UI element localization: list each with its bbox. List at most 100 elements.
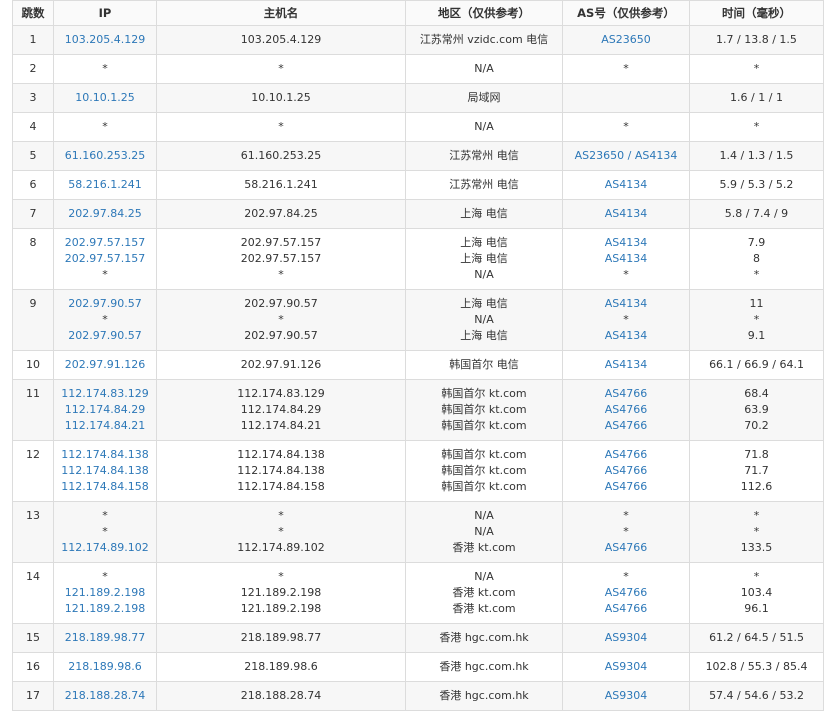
ip-link[interactable]: 202.97.84.25 (68, 207, 141, 220)
hop-number: 2 (29, 62, 37, 75)
hop-number-cell: 9 (12, 289, 54, 351)
hop-number-cell: 7 (12, 199, 54, 229)
ip-text: * (102, 525, 108, 538)
ip-link[interactable]: 112.174.84.138 (61, 448, 148, 461)
latency-text: 63.9 (744, 403, 769, 416)
hostname-text: 112.174.84.138 (237, 464, 325, 477)
region-cell: 韩国首尔 电信 (405, 350, 563, 380)
as-number-link[interactable]: AS4766 (605, 387, 648, 400)
table-row: 5 61.160.253.25 61.160.253.25 江苏常州 电信 AS2365… (12, 141, 824, 171)
latency-text: * (753, 62, 760, 75)
region-cell: 上海 电信 N/A 上海 电信 (405, 289, 563, 351)
hostname-text: * (278, 268, 284, 281)
ip-link[interactable]: 218.189.98.6 (68, 660, 141, 673)
as-number-link[interactable]: AS4766 (605, 419, 648, 432)
hop-number-cell: 3 (12, 83, 54, 113)
as-number-cell: * (562, 54, 690, 84)
as-number-text: * (623, 313, 629, 326)
hostname-cell: 218.188.28.74 (156, 681, 406, 711)
hostname-text: * (278, 120, 284, 133)
table-row: 16 218.189.98.6 218.189.98.6 香港 hgc.com.hk A… (12, 652, 824, 682)
hostname-text: 58.216.1.241 (244, 178, 318, 191)
ip-link[interactable]: 10.10.1.25 (75, 91, 134, 104)
as-number-text: * (623, 525, 629, 538)
ip-link[interactable]: 202.97.57.157 (65, 252, 145, 265)
hostname-text: 112.174.84.138 (237, 448, 325, 461)
latency-cell: 68.4 63.9 70.2 (689, 379, 824, 441)
ip-link[interactable]: 202.97.90.57 (68, 329, 141, 342)
ip-link[interactable]: 112.174.83.129 (61, 387, 148, 400)
region-text: 江苏常州 电信 (449, 149, 519, 162)
as-number-link[interactable]: AS23650 (601, 33, 651, 46)
latency-text: * (753, 570, 760, 583)
as-number-cell: AS4134 (562, 350, 690, 380)
hostname-cell: 112.174.84.138 112.174.84.138 112.174.84.1… (156, 440, 406, 502)
ip-link[interactable]: 202.97.57.157 (65, 236, 145, 249)
region-text: N/A (474, 570, 494, 583)
hop-number: 9 (29, 297, 37, 310)
as-number-link[interactable]: AS4134 (605, 358, 648, 371)
table-row: 14 * 121.189.2.198 121.189.2.198 * 121.189.2.… (12, 562, 824, 624)
as-number-text: * (623, 509, 629, 522)
region-text: 江苏常州 vzidc.com 电信 (419, 33, 549, 46)
as-number-link[interactable]: AS4766 (605, 448, 648, 461)
latency-text: 66.1 / 66.9 / 64.1 (709, 358, 804, 371)
ip-link[interactable]: 218.189.98.77 (65, 631, 145, 644)
as-number-cell: AS9304 (562, 623, 690, 653)
region-cell: 韩国首尔 kt.com 韩国首尔 kt.com 韩国首尔 kt.com (405, 440, 563, 502)
as-number-link[interactable]: AS4134 (605, 252, 648, 265)
as-number-link[interactable]: AS4766 (605, 541, 648, 554)
ip-link[interactable]: 103.205.4.129 (65, 33, 145, 46)
ip-cell: * (53, 54, 157, 84)
latency-text: 61.2 / 64.5 / 51.5 (709, 631, 804, 644)
ip-link[interactable]: 112.174.84.158 (61, 480, 148, 493)
hop-number-cell: 11 (12, 379, 54, 441)
as-number-link[interactable]: AS4766 (605, 586, 648, 599)
as-number-link[interactable]: AS9304 (605, 689, 648, 702)
as-number-link[interactable]: AS4134 (605, 329, 648, 342)
region-text: N/A (474, 120, 494, 133)
as-number-cell: AS4766 AS4766 AS4766 (562, 440, 690, 502)
table-row: 8 202.97.57.157 202.97.57.157 * 202.97.57.15… (12, 228, 824, 290)
hostname-text: 218.189.98.6 (244, 660, 318, 673)
col-header-hostname: 主机名 (156, 0, 406, 26)
as-number-link[interactable]: AS9304 (605, 631, 648, 644)
hop-number-cell: 6 (12, 170, 54, 200)
hostname-text: 112.174.84.21 (240, 419, 322, 432)
ip-link[interactable]: 61.160.253.25 (65, 149, 145, 162)
ip-cell: 202.97.90.57 * 202.97.90.57 (53, 289, 157, 351)
latency-cell: * * 133.5 (689, 501, 824, 563)
hop-number: 4 (29, 120, 37, 133)
table-row: 13 * * 112.174.89.102 * * 112.174.89.102 N/A N/A… (12, 501, 824, 563)
ip-link[interactable]: 218.188.28.74 (65, 689, 145, 702)
ip-link[interactable]: 112.174.89.102 (61, 541, 148, 554)
hostname-text: * (278, 62, 284, 75)
as-number-link[interactable]: AS4134 (605, 178, 648, 191)
ip-link[interactable]: 112.174.84.29 (65, 403, 145, 416)
ip-link[interactable]: 112.174.84.21 (65, 419, 145, 432)
as-number-link[interactable]: AS23650 / AS4134 (575, 149, 678, 162)
latency-text: * (753, 313, 760, 326)
as-number-link[interactable]: AS4766 (605, 602, 648, 615)
as-number-link[interactable]: AS4766 (605, 464, 648, 477)
as-number-link[interactable]: AS4134 (605, 236, 648, 249)
ip-link[interactable]: 202.97.90.57 (68, 297, 141, 310)
region-text: 江苏常州 电信 (449, 178, 519, 191)
ip-cell: 202.97.57.157 202.97.57.157 * (53, 228, 157, 290)
table-row: 1 103.205.4.129 103.205.4.129 江苏常州 vzidc.co… (12, 25, 824, 55)
ip-link[interactable]: 202.97.91.126 (65, 358, 145, 371)
ip-link[interactable]: 58.216.1.241 (68, 178, 141, 191)
as-number-link[interactable]: AS9304 (605, 660, 648, 673)
ip-link[interactable]: 112.174.84.138 (61, 464, 148, 477)
ip-link[interactable]: 121.189.2.198 (65, 602, 145, 615)
hostname-cell: 218.189.98.6 (156, 652, 406, 682)
as-number-link[interactable]: AS4766 (605, 480, 648, 493)
as-number-link[interactable]: AS4134 (605, 297, 648, 310)
latency-cell: 5.8 / 7.4 / 9 (689, 199, 824, 229)
ip-link[interactable]: 121.189.2.198 (65, 586, 145, 599)
col-header-time: 时间（毫秒） (689, 0, 824, 26)
as-number-cell: AS4134 * AS4134 (562, 289, 690, 351)
hostname-cell: 10.10.1.25 (156, 83, 406, 113)
as-number-link[interactable]: AS4134 (605, 207, 648, 220)
as-number-link[interactable]: AS4766 (605, 403, 648, 416)
